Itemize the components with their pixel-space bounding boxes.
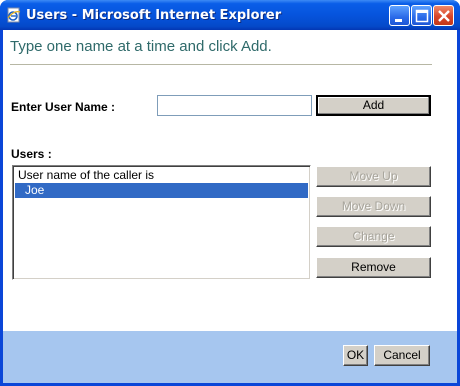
change-button[interactable]: Change (316, 226, 431, 247)
users-label: Users : (11, 147, 52, 161)
window-title: Users - Microsoft Internet Explorer (26, 8, 282, 23)
add-button[interactable]: Add (316, 95, 431, 116)
close-button[interactable] (433, 5, 454, 26)
ie-page-icon[interactable] (6, 7, 22, 23)
user-name-input[interactable] (157, 95, 312, 116)
minimize-icon (395, 19, 402, 22)
instruction-heading: Type one name at a time and click Add. (10, 38, 272, 55)
move-up-button[interactable]: Move Up (316, 166, 431, 187)
minimize-button[interactable] (389, 5, 410, 26)
maximize-icon (415, 9, 429, 23)
move-down-label: Move Down (341, 199, 406, 213)
users-listbox[interactable]: User name of the caller is Joe (12, 165, 311, 280)
list-item-selected[interactable]: Joe (15, 183, 308, 198)
ok-button[interactable]: OK (343, 345, 368, 366)
remove-button[interactable]: Remove (316, 257, 431, 278)
maximize-button[interactable] (411, 5, 432, 26)
change-label: Change (352, 229, 395, 243)
title-bar[interactable]: Users - Microsoft Internet Explorer (0, 0, 460, 30)
dialog-body: Type one name at a time and click Add. E… (3, 30, 457, 383)
close-icon (438, 10, 450, 22)
dialog-footer: OK Cancel (3, 331, 457, 383)
move-up-label: Move Up (349, 169, 398, 183)
user-name-label: Enter User Name : (11, 100, 116, 114)
ie-window: Users - Microsoft Internet Explorer Type… (0, 0, 460, 386)
list-item[interactable]: User name of the caller is (15, 168, 308, 183)
move-down-button[interactable]: Move Down (316, 196, 431, 217)
divider (10, 64, 432, 65)
cancel-button[interactable]: Cancel (374, 345, 430, 366)
